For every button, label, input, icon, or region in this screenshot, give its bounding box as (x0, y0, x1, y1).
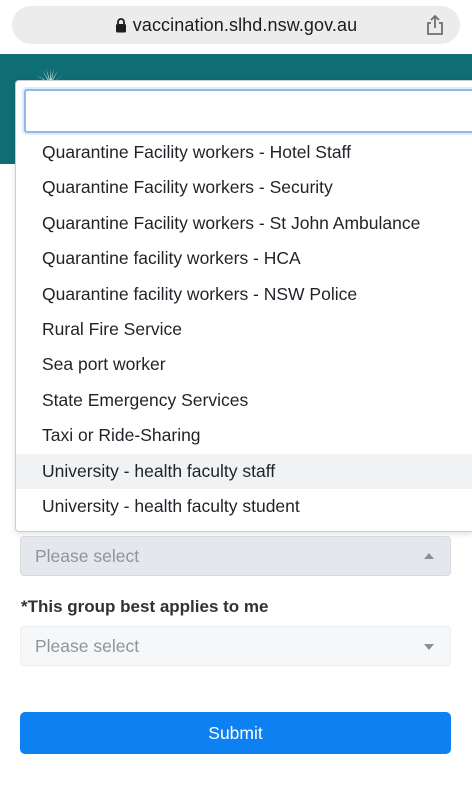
dropdown-option[interactable]: Sea port worker (16, 347, 472, 382)
submit-button[interactable]: Submit (20, 712, 451, 754)
dropdown-option-highlighted[interactable]: University - health faculty staff (16, 453, 472, 489)
dropdown-option[interactable]: Quarantine facility workers - NSW Police (16, 277, 472, 312)
dropdown-option[interactable]: Quarantine facility workers - HCA (16, 241, 472, 276)
dropdown-search-wrapper (24, 89, 472, 135)
url-text: vaccination.slhd.nsw.gov.au (132, 15, 358, 35)
occupation-dropdown-list: Quarantine Facility workers - Hotel Staf… (15, 80, 472, 532)
dropdown-option[interactable]: University - health faculty student (16, 489, 472, 524)
lock-icon (115, 18, 126, 33)
category-select-value: Please select (35, 546, 140, 566)
caret-up-icon (424, 553, 434, 559)
dropdown-option[interactable]: Quarantine Facility workers - Hotel Staf… (16, 135, 472, 170)
share-icon[interactable] (424, 14, 446, 36)
dropdown-search-input[interactable] (24, 89, 472, 133)
group-select-value: Please select (35, 636, 140, 656)
dropdown-option[interactable]: State Emergency Services (16, 383, 472, 418)
url-field[interactable]: vaccination.slhd.nsw.gov.au (12, 6, 460, 44)
group-select[interactable]: Please select (20, 626, 451, 666)
browser-address-bar: vaccination.slhd.nsw.gov.au (0, 0, 472, 50)
dropdown-option[interactable]: Rural Fire Service (16, 312, 472, 347)
caret-down-icon (424, 644, 434, 650)
dropdown-option[interactable]: Taxi or Ride-Sharing (16, 418, 472, 453)
dropdown-options: Quarantine Facility workers - Hotel Staf… (16, 135, 472, 524)
group-field-label: *This group best applies to me (21, 597, 269, 616)
dropdown-option[interactable]: Quarantine Facility workers - Security (16, 170, 472, 205)
url-display: vaccination.slhd.nsw.gov.au (12, 15, 460, 36)
dropdown-option[interactable]: Quarantine Facility workers - St John Am… (16, 206, 472, 241)
category-select[interactable]: Please select (20, 536, 451, 576)
